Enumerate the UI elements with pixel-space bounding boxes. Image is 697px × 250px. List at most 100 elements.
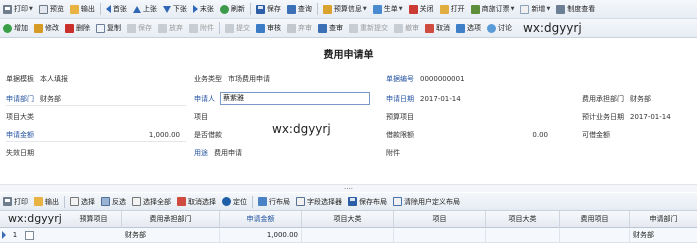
toolbar-divider [316,3,318,15]
edit-button[interactable]: 修改 [31,20,62,37]
column-header[interactable]: 项目大类 [302,211,394,228]
attachment-field[interactable]: 附件 [386,144,566,162]
save-button[interactable]: 保存 [253,1,284,18]
toolbar-divider [219,22,220,34]
refresh-button[interactable]: 刷新 [217,1,248,18]
cancel-icon [425,23,434,33]
next-record-button[interactable]: 下张 [160,1,190,18]
panel-splitter[interactable]: .... [0,184,697,192]
budget-info-button[interactable]: 预算信息 ▼ [320,1,370,18]
export-icon [34,197,43,206]
item-category-field[interactable]: 项目大类 [6,108,186,126]
locate-button[interactable]: 定位 [219,193,250,210]
doc-number-field[interactable]: 单据编号 0000000001 [386,70,556,88]
ticket-icon [470,4,480,14]
abandon-review-button[interactable]: 弃审 [284,20,315,37]
new-button[interactable]: 新增 ▼ [517,1,553,18]
view-policy-button[interactable]: 制度查看 [553,1,598,18]
row-checkbox[interactable] [25,231,34,240]
arrow-down-icon [162,5,171,13]
watermark-text: wx:dgyyrj [272,122,331,136]
business-type-field[interactable]: 业务类型 市场费用申请 [194,70,364,88]
export-button[interactable]: 输出 [67,1,98,18]
resubmit-button[interactable]: 重新提交 [346,20,391,37]
options-button[interactable]: 选项 [453,20,484,37]
add-button[interactable]: 增加 [0,20,31,37]
column-header[interactable]: 项目 [394,211,486,228]
copy-button[interactable]: 复制 [93,20,124,37]
cancel-button[interactable]: 取消 [422,20,453,37]
row-layout-button[interactable]: 行布局 [255,193,293,210]
review-icon [256,23,265,33]
abandon-icon [287,23,296,33]
discuss-button[interactable]: 讨论 [484,20,515,37]
query-icon [318,23,327,33]
grid-toolbar: 打印 输出 选择 反选 选择全部 取消选择 定位 行布局 字段选择器 保存布局 … [0,193,697,211]
apply-date-field[interactable]: 申请日期 2017-01-14 [386,90,566,108]
save-button-disabled[interactable]: 保存 [124,20,155,37]
available-amount-field[interactable]: 可借金额 [582,126,694,144]
business-travel-button[interactable]: 商旅订票 ▼ [468,1,518,18]
attachment-button[interactable]: 附件 [186,20,217,37]
current-row-icon [2,231,6,239]
close-icon [408,4,418,14]
budget-item-field[interactable]: 预算项目 [386,108,566,126]
loan-limit-field[interactable]: 借款限额 0.00 [386,126,566,144]
prev-record-button[interactable]: 上张 [130,1,160,18]
field-selector-button[interactable]: 字段选择器 [293,193,345,210]
chevron-down-icon[interactable]: ▼ [511,6,515,12]
query-icon [286,4,296,14]
apply-amount-field[interactable]: 申请金额 1,000.00 [6,126,186,144]
chevron-down-icon[interactable]: ▼ [546,6,550,12]
applicant-input[interactable]: 蔡紫雅 [220,92,370,105]
last-record-button[interactable]: 末张 [190,1,217,18]
close-button[interactable]: 关闭 [406,1,437,18]
submit-button[interactable]: 提交 [222,20,253,37]
discard-icon [158,23,167,33]
generate-order-button[interactable]: 生单 ▼ [370,1,406,18]
save-layout-button[interactable]: 保存布局 [345,193,390,210]
expected-date-field[interactable]: 预计业务日期 2017-01-14 [582,108,694,126]
chevron-down-icon[interactable]: ▼ [399,6,403,12]
save-icon [348,197,357,206]
delete-button[interactable]: 删除 [62,20,93,37]
discard-button[interactable]: 放弃 [155,20,186,37]
toolbar-divider [252,195,253,208]
preview-button[interactable]: 预览 [36,1,67,18]
arrow-up-icon [132,5,141,13]
row-layout-icon [258,197,267,206]
first-record-button[interactable]: 首张 [103,1,130,18]
select-all-button[interactable]: 选择全部 [129,193,174,210]
invert-selection-button[interactable]: 反选 [98,193,129,210]
check-review-button[interactable]: 查审 [315,20,346,37]
review-button[interactable]: 审核 [253,20,284,37]
column-header[interactable]: 预算项目 [66,211,122,228]
select-button[interactable]: 选择 [67,193,98,210]
doc-type-field[interactable]: 单据模板 本人填报 [6,70,176,88]
column-header[interactable]: 申请部门 [630,211,697,228]
new-document-icon [520,4,530,14]
print-button[interactable]: 打印 ▼ [0,1,36,18]
grid-print-button[interactable]: 打印 [0,193,31,210]
column-header[interactable]: 项目大类 [486,211,560,228]
query-button[interactable]: 查询 [284,1,315,18]
deselect-button[interactable]: 取消选择 [174,193,219,210]
clear-layout-button[interactable]: 清除用户定义布局 [390,193,463,210]
column-header[interactable]: 费用承担部门 [122,211,220,228]
chevron-down-icon[interactable]: ▼ [363,6,367,12]
apply-dept-field[interactable]: 申请部门 财务部 [6,90,186,108]
open-button[interactable]: 打开 [437,1,468,18]
column-header[interactable]: 申请金额 [220,211,302,228]
purpose-field[interactable]: 用途 费用申请 [194,144,374,162]
policy-icon [556,4,566,14]
invalid-date-field[interactable]: 失效日期 [6,144,186,162]
table-row[interactable]: 1 财务部 1,000.00 财务部 [0,228,697,243]
grid-export-button[interactable]: 输出 [31,193,62,210]
bear-dept-field[interactable]: 费用承担部门 财务部 [582,90,694,108]
unaudit-button[interactable]: 撤审 [391,20,422,37]
field-selector-icon [296,197,305,206]
form-title: 费用申请单 [323,50,374,61]
chevron-down-icon[interactable]: ▼ [29,6,33,12]
copy-icon [96,23,105,33]
column-header[interactable]: 费用项目 [560,211,630,228]
